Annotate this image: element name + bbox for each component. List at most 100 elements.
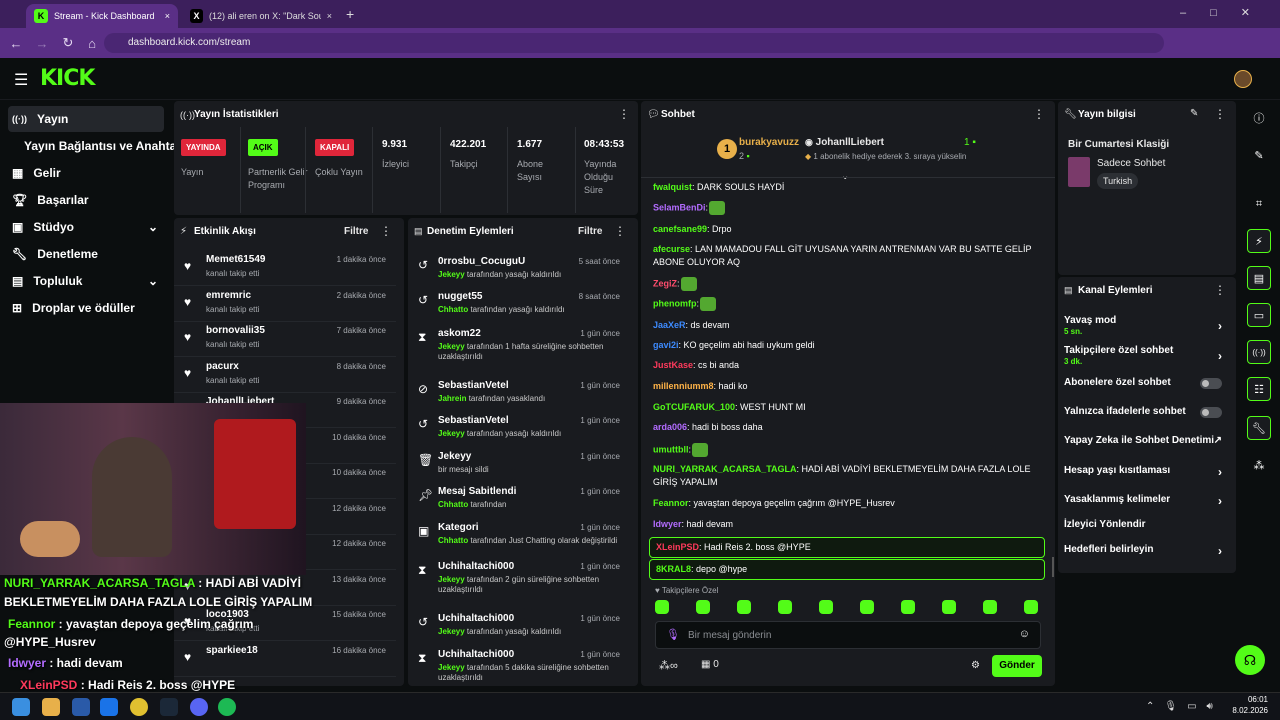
spotify-icon[interactable] [218, 698, 236, 716]
emote-button[interactable] [901, 600, 915, 614]
community-icon[interactable]: ⁂ [1247, 453, 1271, 477]
chat-username[interactable]: NURI_YARRAK_ACARSA_TAGLA [653, 464, 797, 474]
kick-logo[interactable]: KICK [40, 66, 95, 91]
channel-action-row[interactable]: Takipçilere özel sohbet 3 dk. › [1064, 345, 1230, 367]
chat-username[interactable]: gavi2i [653, 340, 679, 350]
back-icon[interactable]: ← [6, 33, 26, 53]
chat-message[interactable]: GoTCUFARUK_100: WEST HUNT MI [653, 401, 1043, 414]
chat-message[interactable]: arda006: hadi bi boss daha [653, 421, 1043, 434]
chat-scrollbar[interactable] [1052, 557, 1054, 577]
focus-icon[interactable]: ⌗ [1247, 192, 1271, 216]
system-tray-icons[interactable]: ⌃🎙︎▭🔊︎ [1146, 701, 1223, 712]
home-icon[interactable]: ⌂ [82, 33, 102, 53]
emote-button[interactable] [737, 600, 751, 614]
chat-message[interactable]: millenniumm8: hadi ko [653, 380, 1043, 393]
chat-message[interactable]: afecurse: LAN MAMADOU FALL GİT UYUSANA Y… [653, 243, 1043, 269]
sidebar-item-basarilar[interactable]: 🏆︎ Başarılar [8, 187, 164, 213]
chat-message[interactable]: 8KRAL8: depo @hype [649, 559, 1045, 580]
sidebar-item-stream-key[interactable]: Yayın Bağlantısı ve Anahtarı [20, 133, 184, 159]
chat-username[interactable]: 8KRAL8 [656, 564, 691, 574]
chat-message[interactable]: JaaXeR: ds devam [653, 319, 1043, 332]
document-icon[interactable]: ▤ [1247, 266, 1271, 290]
chat-username[interactable]: canefsane99 [653, 224, 707, 234]
emote-button[interactable] [819, 600, 833, 614]
steam-icon[interactable] [160, 698, 178, 716]
toggle-switch[interactable] [1200, 378, 1222, 389]
browser-tab-x[interactable]: X (12) ali eren on X: "Dark Souls 3 × [182, 4, 340, 28]
chat-input[interactable]: 🎙︎ Bir mesaj gönderin ☺ [655, 621, 1041, 649]
toggle-switch[interactable] [1200, 407, 1222, 418]
support-button[interactable]: ☊ [1235, 645, 1265, 675]
info-icon[interactable]: ⓘ [1247, 106, 1271, 130]
activity-row[interactable]: ♥ sparkiee18 16 dakika önce [174, 641, 396, 677]
url-field[interactable]: dashboard.kick.com/stream [104, 33, 1164, 53]
sidebar-item-yayin[interactable]: ((·)) Yayın [8, 106, 164, 132]
chat-message[interactable]: Feannor: yavaştan depoya geçelim çağrım … [653, 497, 1043, 510]
chat-username[interactable]: Feannor [653, 498, 689, 508]
close-tab-icon[interactable]: × [327, 11, 332, 21]
more-icon[interactable]: ⋮ [618, 107, 630, 121]
chrome-icon[interactable] [130, 698, 148, 716]
chat-username[interactable]: JaaXeR [653, 320, 686, 330]
user-avatar[interactable] [1234, 70, 1252, 88]
more-icon[interactable]: ⋮ [380, 224, 392, 238]
outlook-icon[interactable] [100, 698, 118, 716]
chat-message[interactable]: phenomfp: [653, 297, 1043, 311]
more-icon[interactable]: ⋮ [1033, 107, 1045, 121]
channel-points-icon[interactable]: ⁂∞ [659, 659, 678, 672]
emote-button[interactable] [860, 600, 874, 614]
chat-username[interactable]: afecurse [653, 244, 690, 254]
chat-username[interactable]: SelamBenDi [653, 202, 706, 212]
edit-icon[interactable]: ✎ [1190, 108, 1198, 119]
chat-username[interactable]: ZegiZ [653, 278, 677, 288]
filter-button[interactable]: Filtre [344, 226, 368, 237]
new-tab-icon[interactable]: + [346, 6, 354, 22]
chat-message[interactable]: fwalquist: DARK SOULS HAYDİ [653, 181, 1043, 194]
more-icon[interactable]: ⋮ [1214, 107, 1226, 121]
windows-start-icon[interactable] [12, 698, 30, 716]
settings-icon[interactable]: ⚙ [971, 660, 980, 671]
chat-message[interactable]: gavi2i: KO geçelim abi hadi uykum geldi [653, 339, 1043, 352]
sidebar-item-studyo[interactable]: ▣ Stüdyo ⌄ [8, 214, 164, 240]
reload-icon[interactable]: ↻ [58, 33, 78, 53]
emote-button[interactable] [778, 600, 792, 614]
emote-button[interactable] [983, 600, 997, 614]
chat-username[interactable]: arda006 [653, 422, 687, 432]
sidebar-item-gelir[interactable]: ▦ Gelir [8, 160, 164, 186]
channel-action-row[interactable]: İzleyici Yönlendir [1064, 519, 1230, 541]
chat-message[interactable]: umuttbll: [653, 443, 1043, 457]
chat-message[interactable]: XLeinPSD: Hadi Reis 2. boss @HYPE [649, 537, 1045, 558]
chat-message[interactable]: SelamBenDi: [653, 201, 1043, 215]
chat-message[interactable]: canefsane99: Drpo [653, 223, 1043, 236]
edit-icon[interactable]: ✎ [1247, 143, 1271, 167]
activity-row[interactable]: ♥ pacurx kanalı takip etti 8 dakika önce [174, 357, 396, 393]
chat-message[interactable]: Idwyer: hadi devam [653, 518, 1043, 531]
emote-button[interactable] [1024, 600, 1038, 614]
chat-username[interactable]: umuttbll [653, 444, 689, 454]
sidebar-item-topluluk[interactable]: ▤ Topluluk ⌄ [8, 268, 164, 294]
sidebar-item-droplar[interactable]: ⊞ Droplar ve ödüller [8, 295, 164, 321]
chat-message[interactable]: JustKase: cs bi anda [653, 359, 1043, 372]
emote-button[interactable] [655, 600, 669, 614]
chat-username[interactable]: XLeinPSD [656, 542, 699, 552]
top-gifter-name[interactable]: burakyavuzz [739, 137, 799, 148]
chat-username[interactable]: millenniumm8 [653, 381, 714, 391]
bolt-icon[interactable]: ⚡︎ [1247, 229, 1271, 253]
chat-icon[interactable]: ▭ [1247, 303, 1271, 327]
sidebar-item-denetleme[interactable]: 🔧︎ Denetleme [8, 241, 164, 267]
send-button[interactable]: Gönder [992, 655, 1042, 677]
forward-icon[interactable]: → [32, 33, 52, 53]
channel-action-row[interactable]: Yasaklanmış kelimeler › [1064, 494, 1230, 516]
emoji-icon[interactable]: ☺ [1019, 628, 1030, 640]
broadcast-icon[interactable]: ((·)) [1247, 340, 1271, 364]
more-icon[interactable]: ⋮ [614, 224, 626, 238]
file-explorer-icon[interactable] [42, 698, 60, 716]
chat-username[interactable]: Idwyer [653, 519, 682, 529]
channel-action-row[interactable]: Abonelere özel sohbet [1064, 377, 1230, 399]
close-tab-icon[interactable]: × [165, 11, 170, 21]
emote-button[interactable] [942, 600, 956, 614]
window-controls[interactable]: –□✕ [1180, 6, 1274, 19]
browser-tab-kick[interactable]: K Stream - Kick Dashboard × [26, 4, 178, 28]
hamburger-icon[interactable]: ☰ [14, 70, 28, 90]
layout-icon[interactable]: ☷ [1247, 377, 1271, 401]
